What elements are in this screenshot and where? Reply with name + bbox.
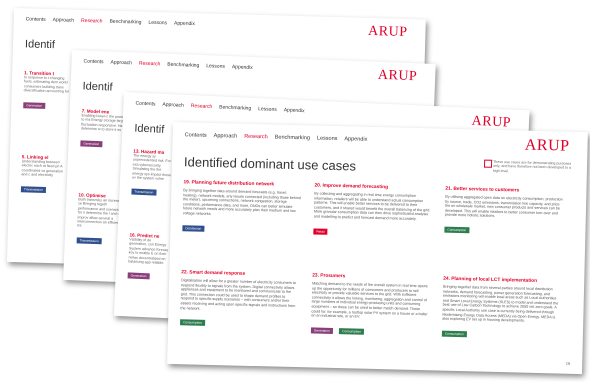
nav-appendix: Appendix <box>231 64 253 71</box>
nav-research: Research <box>244 133 268 141</box>
use-case-text: By utilising aggregated open data on ele… <box>444 194 563 219</box>
nav-approach: Approach <box>52 17 75 24</box>
page-title: Identified dominant use cases <box>183 154 357 174</box>
category-tag: Generation <box>127 272 150 280</box>
category-tag: Transmission <box>131 188 157 197</box>
nav-contents: Contents <box>135 100 156 108</box>
nav-lessons: Lessons <box>206 63 226 70</box>
use-case-22: 22. Smart demand response Digitalisation… <box>180 270 299 331</box>
nav-benchmarking: Benchmarking <box>274 134 310 142</box>
use-case-snippet: 5. Linking el Understanding between elec… <box>20 154 70 196</box>
nav-approach: Approach <box>213 132 238 140</box>
use-case-text: Understanding between electric each at f… <box>21 159 64 178</box>
category-tag: Consumption <box>339 327 365 335</box>
disclaimer-note: These use cases are for demonstrating pu… <box>483 159 575 175</box>
nav-lessons: Lessons <box>148 19 168 27</box>
category-tag: Generation <box>310 327 333 334</box>
nav-research: Research <box>138 60 161 68</box>
category-tag: Generation <box>23 101 46 109</box>
category-tag: Consumption <box>441 330 467 337</box>
nav-benchmarking: Benchmarking <box>219 104 252 112</box>
page-title: Identif <box>24 38 56 52</box>
nav-appendix: Appendix <box>344 136 368 143</box>
nav-contents: Contents <box>184 132 207 139</box>
page-nav: Contents Approach Research Benchmarking … <box>135 101 304 115</box>
nav-research: Research <box>81 17 103 25</box>
use-case-text: Enabling lower-c the power to ma Energy … <box>80 113 127 133</box>
category-tag: Consumption <box>444 226 470 234</box>
use-case-snippet: 16. Predict ne Visibility of de generati… <box>127 232 169 283</box>
use-case-heading: 19. Planning future distribution network <box>183 180 275 188</box>
arup-logo: ARUP <box>377 67 418 85</box>
use-case-heading: 21. Better services to customers <box>445 186 520 194</box>
use-case-snippet: 1. Transition t In response to t changin… <box>23 70 72 112</box>
use-case-text: Bringing together data from several part… <box>442 284 559 323</box>
nav-lessons: Lessons <box>258 106 277 113</box>
note-checkbox-icon <box>483 159 493 168</box>
page-nav: Contents Approach Research Benchmarking … <box>83 58 252 70</box>
category-tag: Transmission <box>20 185 46 193</box>
use-case-text: By collecting and aggregating in real ti… <box>313 191 431 221</box>
use-case-heading: 22. Smart demand response <box>181 270 246 277</box>
use-case-heading: 24. Planning of local LCT implementation <box>443 276 538 284</box>
use-case-21: 21. Better services to customers By util… <box>444 187 563 239</box>
disclaimer-text: These use cases are for demonstrating pu… <box>492 159 572 174</box>
use-case-heading: 20. Improve demand forecasting <box>314 183 389 191</box>
page-nav: Contents Approach Research Benchmarking … <box>26 16 195 27</box>
category-tag: Generation <box>80 140 103 147</box>
arup-logo: ARUP <box>367 23 408 40</box>
use-case-text: Digitalisation will allow for a greater … <box>180 278 296 311</box>
use-case-23: 23. Prosumers Matching demand to the nee… <box>310 273 430 339</box>
page-number: 16 <box>565 360 571 366</box>
use-case-19: 19. Planning future distribution network… <box>182 180 301 236</box>
use-case-text: Visibility of de generation, con Energy … <box>128 237 169 266</box>
nav-research: Research <box>190 103 213 111</box>
use-case-snippet: 13. Hazard ma The energy sy unprecedente… <box>131 148 173 199</box>
use-case-24: 24. Planning of local LCT implementation… <box>441 276 561 343</box>
nav-benchmarking: Benchmarking <box>109 18 142 26</box>
nav-benchmarking: Benchmarking <box>167 61 200 69</box>
use-case-text: Matching demand to the needs of the over… <box>311 281 428 319</box>
use-case-text: In response to t changing fuels, estimat… <box>23 75 70 94</box>
nav-contents: Contents <box>83 58 104 66</box>
nav-contents: Contents <box>25 16 46 23</box>
category-tag: Consumption <box>180 319 205 326</box>
use-case-heading: 23. Prosumers <box>312 273 346 280</box>
nav-appendix: Appendix <box>173 20 195 28</box>
use-case-text: The energy sy unprecedented risk. For ex… <box>132 153 172 181</box>
page-nav: Contents Approach Research Benchmarking … <box>185 132 368 142</box>
use-case-20: 20. Improve demand forecasting By collec… <box>313 183 432 239</box>
category-tag: Distribution <box>182 224 205 232</box>
report-page-front: Contents Approach Research Benchmarking … <box>167 122 588 375</box>
arup-logo: ARUP <box>524 136 570 155</box>
nav-approach: Approach <box>110 59 133 67</box>
nav-approach: Approach <box>162 101 184 109</box>
nav-lessons: Lessons <box>316 135 338 143</box>
use-case-text: By bringing together data around demand … <box>182 188 301 216</box>
page-title: Identif <box>134 122 165 136</box>
nav-appendix: Appendix <box>283 107 305 115</box>
page-title: Identif <box>82 80 113 94</box>
category-tag: Retail <box>313 228 328 235</box>
category-tag: Transmission <box>76 237 102 245</box>
